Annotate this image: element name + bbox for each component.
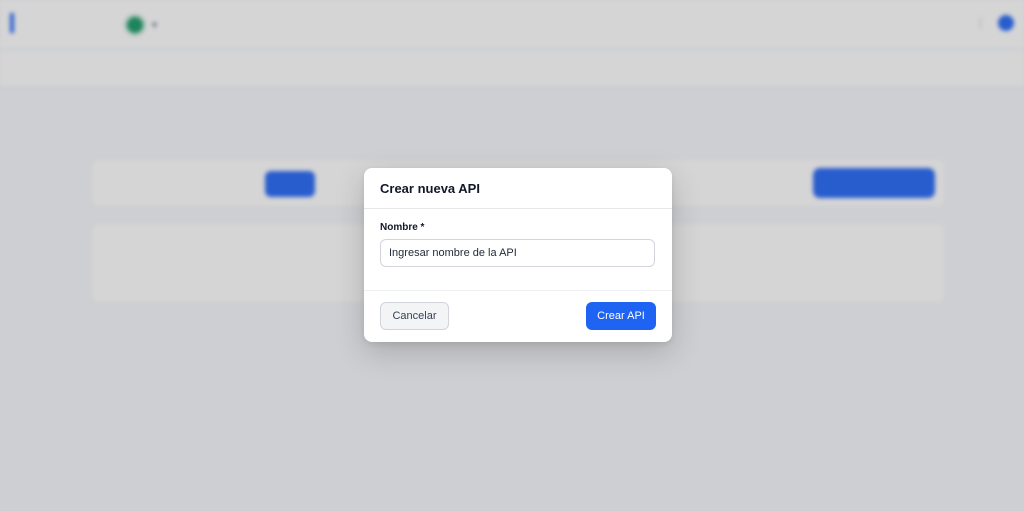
cancel-button[interactable]: Cancelar xyxy=(380,302,449,330)
create-api-button[interactable]: Crear API xyxy=(586,302,656,330)
modal-footer: Cancelar Crear API xyxy=(364,291,672,342)
modal-header: Crear nueva API xyxy=(364,168,672,209)
modal-title: Crear nueva API xyxy=(380,181,480,196)
api-name-input[interactable] xyxy=(380,239,655,267)
modal-body: Nombre * xyxy=(364,209,672,291)
create-api-modal: Crear nueva API Nombre * Cancelar Crear … xyxy=(364,168,672,342)
name-field-label: Nombre * xyxy=(380,222,425,233)
